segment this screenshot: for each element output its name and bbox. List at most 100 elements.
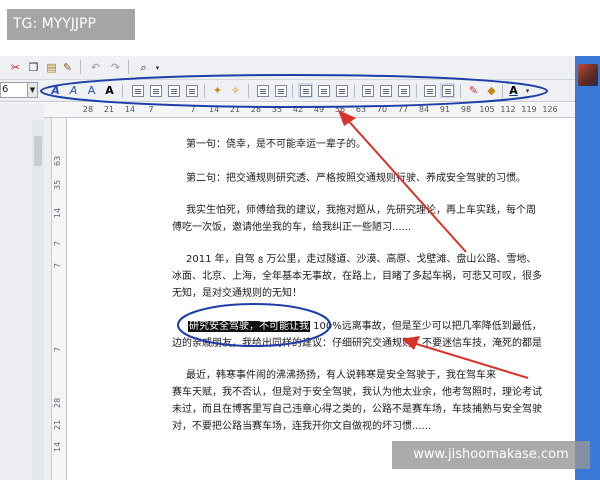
format-painter-icon[interactable]: ✎ [60,60,75,75]
align-left-icon[interactable] [130,83,145,98]
ruler-tick: 14 [53,441,62,452]
paragraph: 赛车天赋，我不否认，但是对于安全驾驶，我认为他太业余，他考驾照时，理论考试 [172,384,542,401]
scrollbar-thumb[interactable] [34,136,42,166]
copy-icon[interactable]: ❐ [26,60,41,75]
ruler-tick: 112 [500,105,516,114]
chevron-down-icon[interactable]: ▼ [27,83,37,97]
paste-icon[interactable]: ▤ [44,60,59,75]
toolbar-separator [204,84,205,98]
text-direction-icon[interactable] [440,83,455,98]
text-outline-a-icon[interactable]: A [84,83,99,98]
ruler-tick: 21 [229,105,241,114]
ruler-tick: 14 [124,105,136,114]
vertical-ruler[interactable]: 63 35 14 7 7 7 28 21 14 [52,118,67,480]
avatar[interactable] [578,64,598,86]
paragraph-text: 第二句：把交通规则研究透、严格按照交通规则行驶、养成安全驾驶的习惯。 [186,173,526,184]
wrap-tight-icon[interactable] [316,83,331,98]
paragraph: 我实生怕死，师傅给我的建议，我拖对题从，先研究理论，再上车实践，每个周 [186,202,536,219]
paragraph-text: 2011 年，自驾 [186,254,258,265]
font-size-select[interactable]: 6 ▼ [0,82,38,98]
align-center-icon[interactable] [148,83,163,98]
text-effect-a-icon[interactable]: A [48,83,63,98]
ruler-tick: 70 [376,105,388,114]
paragraph: 无知，是对交通规则的无知！ [172,285,302,302]
paragraph-text: 万公里，走过隧道、沙漠、高原、戈壁滩、盘山公路、雪地、 [263,254,537,265]
text-color-icon[interactable]: A [506,83,521,98]
paragraph: 研究安全驾驶，不可能让我 100%远离事故，但是至少可以把几率降低到最低， [188,318,542,335]
ruler-tick: 7 [190,105,196,114]
paragraph-text: 最近，韩寒事件闹的沸沸扬扬，有人说韩寒是安全驾驶于，我在驾车来 [186,370,496,381]
ruler-tick: 28 [250,105,262,114]
highlight-icon[interactable]: ✎ [466,83,481,98]
group-icon[interactable] [396,83,411,98]
outdent-icon[interactable] [273,83,288,98]
watermark-url: www.jishoomakase.com [392,441,590,469]
side-panel-strip [575,56,600,480]
paragraph: 未过，而且在博客里写自己违章心得之类的，公路不是赛车场，车技捕熟与安全驾驶 [172,401,542,418]
text-box-icon[interactable] [422,83,437,98]
ruler-tick: 14 [208,105,220,114]
paragraph-text: 第一句：侥幸，是不可能幸运一辈子的。 [186,139,366,150]
screen: ✂ ❐ ▤ ✎ ↶ ↷ ⌕ ▾ A A A A ✦ ✧ ✎ ◆ A ▾ 6 ▼ … [0,0,600,480]
navigation-pane [0,103,52,480]
wrap-through-icon[interactable] [334,83,349,98]
toolbar-separator [80,60,81,74]
ruler-tick: 35 [271,105,283,114]
paragraph-text: 傅吃一次饭，邀请他坐我的车，给我纠正一些陋习...... [172,222,412,233]
ruler-tick: 56 [334,105,346,114]
vertical-scrollbar[interactable] [32,120,44,480]
ruler-tick: 28 [82,105,94,114]
horizontal-ruler[interactable]: 28 21 14 7 7 14 21 28 35 42 49 56 63 70 77 84 91 98 105 112… [44,103,575,118]
wrap-square-icon[interactable] [298,83,313,98]
anchor-icon[interactable]: ✧ [228,83,243,98]
paragraph: 最近，韩寒事件闹的沸沸扬扬，有人说韩寒是安全驾驶于，我在驾车来 [186,367,496,384]
redo-icon[interactable]: ↷ [108,60,123,75]
paragraph-text: 对，不要把公路当赛车场，连我开你文自做视的坏习惯...... [172,421,432,432]
ruler-tick: 35 [53,179,62,190]
paragraph-text: 边的亲戚朋友，我给出同样的建议：仔细研究交通规则，不要迷信车技，淹死的都是 [172,338,542,349]
ruler-tick: 7 [53,240,62,246]
ruler-tick: 28 [53,397,62,408]
indent-icon[interactable] [255,83,270,98]
ruler-tick: 7 [148,105,154,114]
paragraph: 第二句：把交通规则研究透、严格按照交通规则行驶、养成安全驾驶的习惯。 [186,170,526,187]
text-shadow-a-icon[interactable]: A [66,83,81,98]
cut-icon[interactable]: ✂ [8,60,23,75]
paragraph-text: 我实生怕死，师傅给我的建议，我拖对题从，先研究理论，再上车实践，每个周 [186,205,536,216]
justify-icon[interactable] [184,83,199,98]
bring-forward-icon[interactable] [360,83,375,98]
ruler-tick: 91 [439,105,451,114]
paragraph-text: 100%远离事故，但是至少可以把几率降低到最低， [310,321,542,332]
document-page[interactable]: 第一句：侥幸，是不可能幸运一辈子的。 第二句：把交通规则研究透、严格按照交通规则… [68,118,575,480]
font-color-a-icon[interactable]: A [102,83,117,98]
ruler-tick: 126 [542,105,558,114]
paragraph-text: 未过，而且在博客里写自己违章心得之类的，公路不是赛车场，车技捕熟与安全驾驶 [172,404,542,415]
ruler-tick: 84 [418,105,430,114]
toolbar-separator [416,84,417,98]
watermark-tag: TG: MYYJJPP [7,9,135,40]
ruler-tick: 119 [521,105,537,114]
chevron-down-icon[interactable]: ▾ [150,60,165,75]
paragraph-text: 无知，是对交通规则的无知！ [172,288,302,299]
fill-color-icon[interactable]: ◆ [484,83,499,98]
ruler-tick: 105 [479,105,495,114]
toolbar-separator [354,84,355,98]
undo-icon[interactable]: ↶ [88,60,103,75]
formatting-toolbar: A A A A ✦ ✧ ✎ ◆ A ▾ [0,80,575,102]
align-right-icon[interactable] [166,83,181,98]
paragraph: 冰面、北京、上海，全年基本无事故，在路上，目睹了多起车祸，可悲又可叹，很多 [172,268,542,285]
ruler-tick: 42 [292,105,304,114]
toolbar-separator [248,84,249,98]
ruler-tick: 21 [53,419,62,430]
font-size-value: 6 [2,84,9,95]
paragraph: 对，不要把公路当赛车场，连我开你文自做视的坏习惯...... [172,418,431,435]
chevron-down-icon[interactable]: ▾ [520,83,535,98]
ruler-tick: 63 [53,155,62,166]
pin-icon[interactable]: ✦ [210,83,225,98]
toolbar-separator [460,84,461,98]
toolbar-separator [502,84,503,98]
selected-text[interactable]: 研究安全驾驶，不可能让我 [188,321,310,332]
ruler-tick: 77 [397,105,409,114]
send-backward-icon[interactable] [378,83,393,98]
zoom-icon[interactable]: ⌕ [136,60,151,75]
